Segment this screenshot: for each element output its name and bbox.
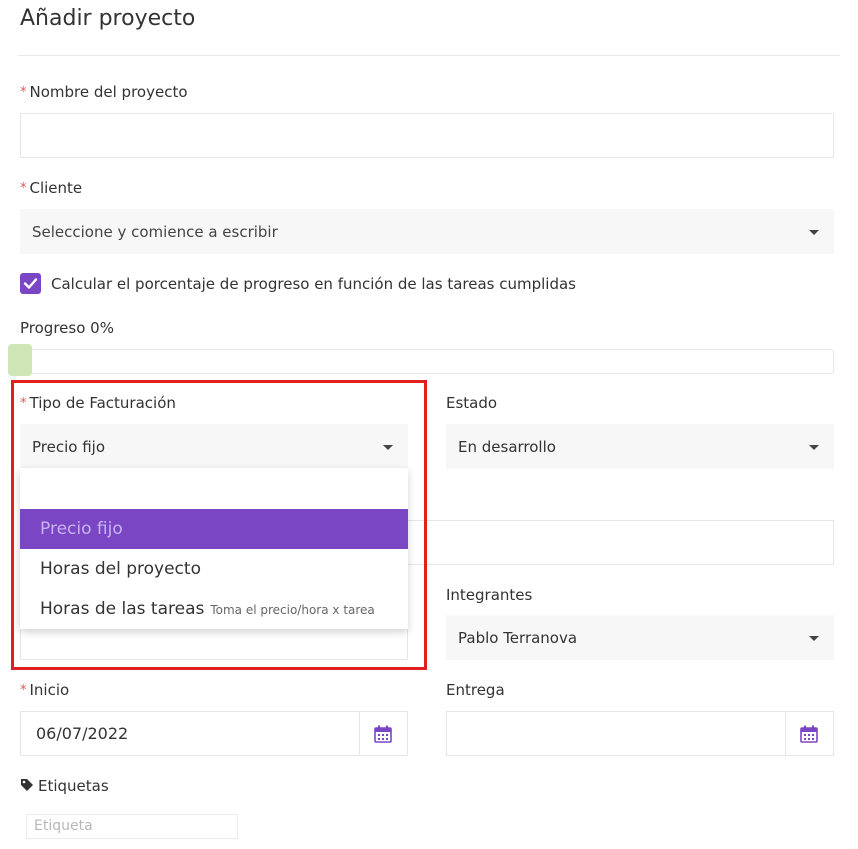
project-name-label-text: Nombre del proyecto bbox=[29, 83, 188, 101]
start-label-text: Inicio bbox=[29, 681, 70, 699]
project-name-label: * Nombre del proyecto bbox=[20, 83, 188, 101]
client-label: * Cliente bbox=[20, 179, 82, 197]
calendar-icon bbox=[374, 725, 392, 743]
client-placeholder: Seleccione y comience a escribir bbox=[32, 222, 278, 241]
status-select[interactable]: En desarrollo bbox=[446, 424, 834, 469]
check-icon bbox=[23, 278, 38, 289]
tags-label-text: Etiquetas bbox=[38, 777, 109, 795]
highlight-box bbox=[11, 380, 427, 670]
project-name-input[interactable] bbox=[20, 113, 834, 158]
progress-checkbox-label: Calcular el porcentaje de progreso en fu… bbox=[51, 275, 576, 293]
tag-icon bbox=[21, 779, 33, 791]
members-value: Pablo Terranova bbox=[458, 628, 578, 647]
title-divider bbox=[18, 55, 840, 56]
delivery-calendar-button[interactable] bbox=[785, 712, 833, 755]
page-title: Añadir proyecto bbox=[20, 6, 196, 31]
tag-input[interactable]: Etiqueta bbox=[26, 814, 238, 839]
tag-input-placeholder: Etiqueta bbox=[34, 818, 93, 834]
start-calendar-button[interactable] bbox=[359, 712, 407, 755]
start-date-value: 06/07/2022 bbox=[36, 724, 129, 743]
caret-down-icon bbox=[809, 229, 819, 235]
progress-slider-track[interactable] bbox=[20, 349, 834, 374]
required-mark: * bbox=[20, 85, 27, 100]
members-label: Integrantes bbox=[446, 586, 533, 604]
required-mark: * bbox=[20, 181, 27, 196]
caret-down-icon bbox=[809, 635, 819, 641]
caret-down-icon bbox=[809, 444, 819, 450]
delivery-date-input[interactable] bbox=[446, 711, 834, 756]
tags-label: Etiquetas bbox=[20, 777, 109, 795]
status-label: Estado bbox=[446, 394, 498, 412]
status-value: En desarrollo bbox=[458, 437, 556, 456]
members-select[interactable]: Pablo Terranova bbox=[446, 615, 834, 660]
progress-checkbox[interactable] bbox=[20, 273, 41, 294]
client-select[interactable]: Seleccione y comience a escribir bbox=[20, 209, 834, 254]
required-mark: * bbox=[20, 683, 27, 698]
progress-slider-handle[interactable] bbox=[8, 344, 32, 376]
progress-label: Progreso 0% bbox=[20, 319, 114, 337]
start-date-input[interactable]: 06/07/2022 bbox=[20, 711, 408, 756]
calendar-icon bbox=[800, 725, 818, 743]
start-label: * Inicio bbox=[20, 681, 69, 699]
delivery-label: Entrega bbox=[446, 681, 505, 699]
client-label-text: Cliente bbox=[29, 179, 83, 197]
